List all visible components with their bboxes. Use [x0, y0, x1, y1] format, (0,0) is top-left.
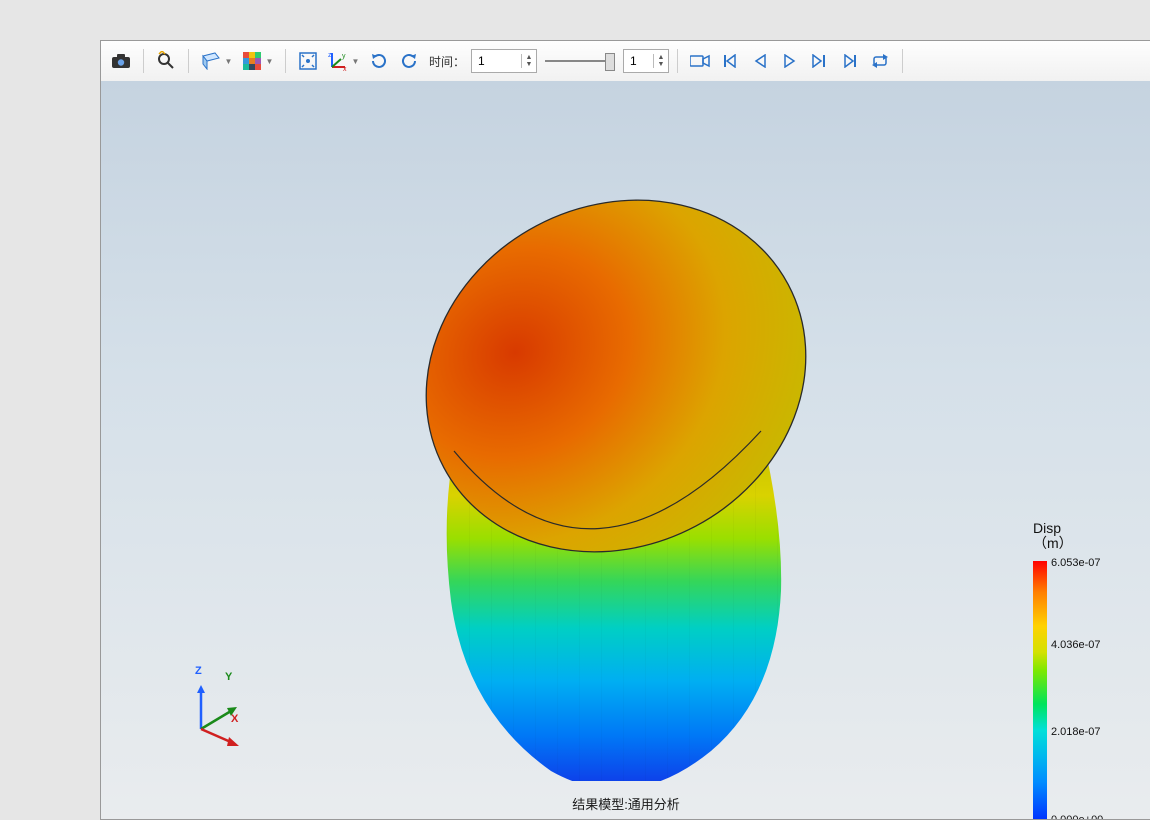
- loop-button[interactable]: [866, 47, 894, 75]
- time-slider[interactable]: [545, 50, 615, 72]
- step-value: 1: [624, 54, 653, 68]
- time-spinner[interactable]: 1 ▲▼: [471, 49, 537, 73]
- legend-tick: 2.018e-07: [1051, 726, 1101, 738]
- camera-icon: [112, 54, 130, 68]
- legend-color-bar: [1033, 561, 1047, 819]
- axis-x-label: X: [231, 713, 238, 725]
- video-camera-icon: [690, 54, 710, 68]
- record-button[interactable]: [686, 47, 714, 75]
- legend-tick: 4.036e-07: [1051, 639, 1101, 651]
- undo-view-button[interactable]: [395, 47, 423, 75]
- first-frame-button[interactable]: [716, 47, 744, 75]
- step-spinner-buttons[interactable]: ▲▼: [653, 54, 668, 68]
- skip-last-icon: [843, 54, 857, 68]
- separator: [188, 49, 189, 73]
- clip-plane-icon: [201, 52, 221, 70]
- axis-icon: z y x: [328, 51, 348, 71]
- separator: [143, 49, 144, 73]
- fea-displacement-model: [381, 161, 811, 781]
- color-display-dropdown[interactable]: ▼: [266, 47, 273, 75]
- step-next-icon: [812, 54, 828, 68]
- clip-plane-dropdown[interactable]: ▼: [225, 47, 232, 75]
- time-spinner-buttons[interactable]: ▲▼: [521, 54, 536, 68]
- play-button[interactable]: [776, 47, 804, 75]
- prev-icon: [754, 54, 766, 68]
- capture-button[interactable]: [107, 47, 135, 75]
- fit-view-icon: [299, 52, 317, 70]
- separator: [677, 49, 678, 73]
- legend-title: Disp （m）: [1033, 521, 1123, 551]
- time-label: 时间：: [429, 53, 465, 70]
- axis-orientation-button[interactable]: z y x: [324, 47, 352, 75]
- color-legend: Disp （m） 6.053e-07 4.036e-07 2.018e-07 0…: [1033, 521, 1123, 551]
- step-spinner[interactable]: 1 ▲▼: [623, 49, 669, 73]
- svg-text:z: z: [328, 52, 332, 59]
- legend-tick: 0.000e+00: [1051, 814, 1103, 819]
- rubik-icon: [243, 52, 261, 70]
- separator: [285, 49, 286, 73]
- separator: [902, 49, 903, 73]
- axis-orientation-dropdown[interactable]: ▼: [352, 47, 359, 75]
- loop-icon: [871, 54, 889, 68]
- result-toolbar: ▼ ▼ z y x ▼ 时间： 1 ▲▼: [101, 41, 1150, 82]
- clip-plane-button[interactable]: [197, 47, 225, 75]
- probe-button[interactable]: [152, 47, 180, 75]
- rotate-ccw-icon: [400, 52, 418, 70]
- model-svg: [381, 161, 811, 781]
- color-display-button[interactable]: [238, 47, 266, 75]
- svg-text:x: x: [343, 66, 347, 71]
- last-frame-button[interactable]: [836, 47, 864, 75]
- axis-z-label: Z: [195, 665, 202, 677]
- result-window: ▼ ▼ z y x ▼ 时间： 1 ▲▼: [100, 40, 1150, 820]
- viewport-caption: 结果模型:通用分析: [101, 794, 1150, 813]
- rotate-cw-icon: [370, 52, 388, 70]
- viewport-3d[interactable]: Disp （m） 6.053e-07 4.036e-07 2.018e-07 0…: [101, 81, 1150, 819]
- play-icon: [784, 54, 796, 68]
- redo-view-button[interactable]: [365, 47, 393, 75]
- triad-icon: [191, 683, 247, 739]
- fit-view-button[interactable]: [294, 47, 322, 75]
- axis-y-label: Y: [225, 671, 232, 683]
- probe-icon: [156, 51, 176, 71]
- axis-triad: Z Y X: [191, 683, 247, 739]
- next-frame-button[interactable]: [806, 47, 834, 75]
- time-value: 1: [472, 54, 521, 68]
- svg-text:y: y: [342, 53, 346, 60]
- legend-tick: 6.053e-07: [1051, 557, 1101, 569]
- prev-frame-button[interactable]: [746, 47, 774, 75]
- slider-thumb[interactable]: [605, 53, 615, 71]
- skip-first-icon: [723, 54, 737, 68]
